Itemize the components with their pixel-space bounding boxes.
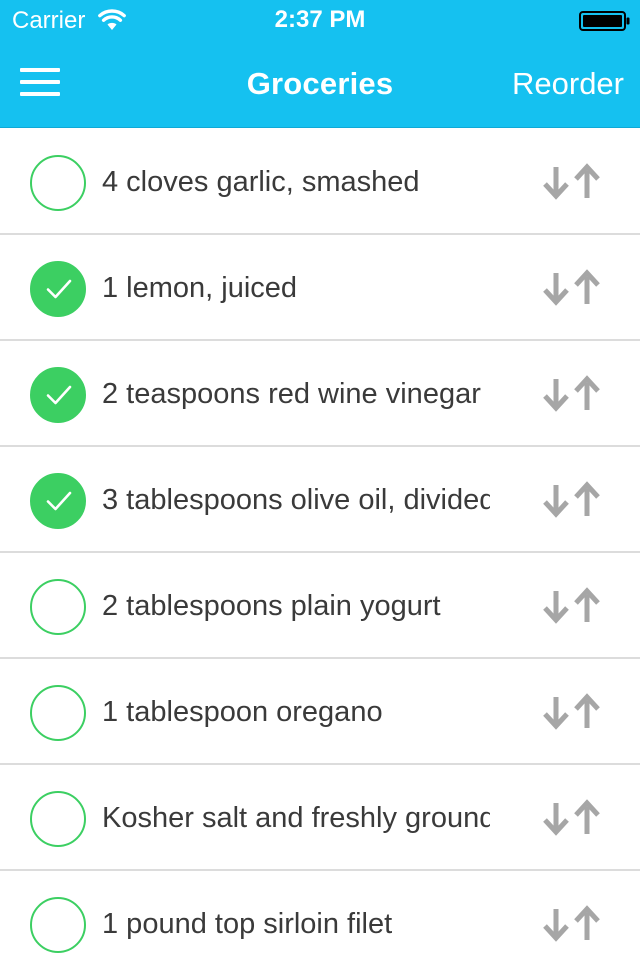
sort-arrows-icon (543, 163, 600, 200)
reorder-button[interactable]: Reorder (512, 66, 624, 102)
sort-arrows-icon (543, 799, 600, 836)
check-toggle[interactable] (30, 155, 86, 211)
reorder-handle[interactable] (540, 799, 604, 837)
groceries-app: Carrier 2:37 PM Groceries Reorder 4 clov… (0, 0, 640, 960)
check-toggle[interactable] (30, 685, 86, 741)
sort-arrows-icon (543, 269, 600, 306)
battery-icon (579, 11, 630, 31)
reorder-handle[interactable] (540, 587, 604, 625)
item-label: 2 teaspoons red wine vinegar (102, 378, 481, 410)
item-label: 1 lemon, juiced (102, 272, 298, 304)
list-item[interactable]: 1 tablespoon oregano (0, 659, 640, 765)
check-toggle[interactable] (30, 473, 86, 529)
reorder-handle[interactable] (540, 163, 604, 201)
item-label: 1 tablespoon oregano (102, 696, 383, 728)
check-toggle[interactable] (30, 897, 86, 953)
list-item[interactable]: 1 lemon, juiced (0, 235, 640, 341)
grocery-list: 4 cloves garlic, smashed 1 lemon, juiced (0, 129, 640, 960)
item-label: 1 pound top sirloin filet (102, 908, 393, 940)
check-toggle[interactable] (30, 261, 86, 317)
reorder-handle[interactable] (540, 693, 604, 731)
check-toggle[interactable] (30, 579, 86, 635)
checkmark-icon (46, 279, 72, 299)
list-item[interactable]: 2 tablespoons plain yogurt (0, 553, 640, 659)
status-bar: Carrier 2:37 PM (0, 0, 640, 40)
check-toggle[interactable] (30, 367, 86, 423)
checkmark-icon (46, 385, 72, 405)
sort-arrows-icon (543, 905, 600, 942)
header: Carrier 2:37 PM Groceries Reorder (0, 0, 640, 128)
nav-bar: Groceries Reorder (0, 40, 640, 128)
list-item[interactable]: 2 teaspoons red wine vinegar (0, 341, 640, 447)
list-item[interactable]: Kosher salt and freshly ground (0, 765, 640, 871)
list-item[interactable]: 1 pound top sirloin filet (0, 871, 640, 960)
list-item[interactable]: 3 tablespoons olive oil, divided (0, 447, 640, 553)
item-label: Kosher salt and freshly ground (102, 802, 490, 834)
reorder-handle[interactable] (540, 269, 604, 307)
sort-arrows-icon (543, 375, 600, 412)
reorder-handle[interactable] (540, 905, 604, 943)
item-label: 3 tablespoons olive oil, divided (102, 484, 490, 516)
check-toggle[interactable] (30, 791, 86, 847)
reorder-handle[interactable] (540, 481, 604, 519)
item-label: 4 cloves garlic, smashed (102, 166, 420, 198)
sort-arrows-icon (543, 693, 600, 730)
sort-arrows-icon (543, 481, 600, 518)
reorder-handle[interactable] (540, 375, 604, 413)
list-item[interactable]: 4 cloves garlic, smashed (0, 129, 640, 235)
item-label: 2 tablespoons plain yogurt (102, 590, 441, 622)
sort-arrows-icon (543, 587, 600, 624)
checkmark-icon (46, 491, 72, 511)
status-time: 2:37 PM (274, 6, 366, 33)
